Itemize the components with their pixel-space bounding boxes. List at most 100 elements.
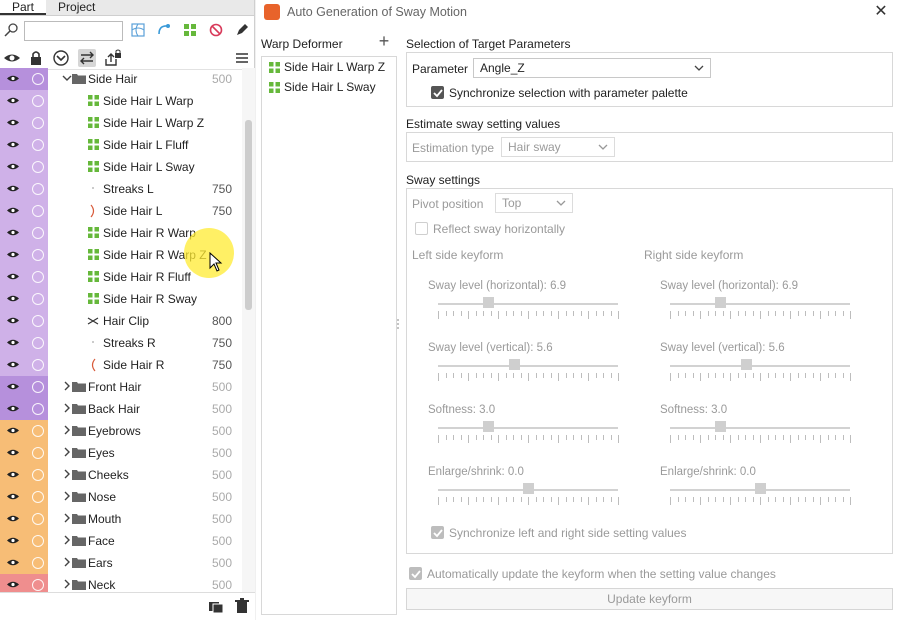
lock-toggle-icon[interactable] (32, 469, 44, 481)
parts-search-input[interactable] (24, 21, 123, 41)
warp-deformer-filter-icon[interactable] (130, 22, 146, 38)
sync-lr-checkbox[interactable] (431, 526, 444, 539)
slider-thumb[interactable] (741, 359, 752, 370)
chevron-right-icon[interactable] (62, 557, 72, 569)
lock-toggle-icon[interactable] (32, 183, 44, 195)
left-keyform-slider[interactable] (438, 296, 619, 322)
lock-toggle-icon[interactable] (32, 381, 44, 393)
eye-icon[interactable] (7, 404, 19, 413)
tree-row[interactable]: Face 500 (0, 530, 242, 552)
eye-icon[interactable] (7, 272, 19, 281)
eye-icon[interactable] (7, 382, 19, 391)
slider-thumb[interactable] (483, 297, 494, 308)
eye-icon[interactable] (7, 250, 19, 259)
lock-toggle-icon[interactable] (32, 447, 44, 459)
visibility-eye-icon[interactable] (3, 49, 21, 67)
tab-project[interactable]: Project (46, 0, 107, 15)
eye-icon[interactable] (7, 316, 19, 325)
tree-row[interactable]: Front Hair 500 (0, 376, 242, 398)
expand-all-icon[interactable] (52, 49, 70, 67)
eye-icon[interactable] (7, 558, 19, 567)
lock-toggle-icon[interactable] (32, 95, 44, 107)
auto-update-checkbox[interactable] (409, 567, 422, 580)
pen-icon[interactable] (234, 22, 250, 38)
new-folder-icon[interactable] (208, 598, 224, 614)
lock-icon[interactable] (27, 49, 45, 67)
eye-icon[interactable] (7, 140, 19, 149)
chevron-right-icon[interactable] (62, 579, 72, 591)
tree-row[interactable]: Side Hair L Fluff (0, 134, 242, 156)
eye-icon[interactable] (7, 96, 19, 105)
reflect-sway-checkbox[interactable] (415, 222, 428, 235)
list-item[interactable]: Side Hair L Sway (262, 77, 396, 97)
tree-row[interactable]: Streaks L 750 (0, 178, 242, 200)
close-icon[interactable]: ✕ (872, 3, 890, 21)
clear-filter-icon[interactable] (208, 22, 224, 38)
chevron-right-icon[interactable] (62, 425, 72, 437)
lock-toggle-icon[interactable] (32, 579, 44, 591)
trash-icon[interactable] (234, 598, 250, 614)
menu-icon[interactable] (233, 49, 251, 67)
lock-toggle-icon[interactable] (32, 161, 44, 173)
chevron-right-icon[interactable] (62, 403, 72, 415)
eye-icon[interactable] (7, 184, 19, 193)
eye-icon[interactable] (7, 492, 19, 501)
right-keyform-slider[interactable] (670, 358, 851, 384)
lock-toggle-icon[interactable] (32, 73, 44, 85)
tree-row[interactable]: Side Hair R 750 (0, 354, 242, 376)
lock-toggle-icon[interactable] (32, 227, 44, 239)
chevron-right-icon[interactable] (62, 535, 72, 547)
eye-icon[interactable] (7, 360, 19, 369)
eye-icon[interactable] (7, 228, 19, 237)
right-keyform-slider[interactable] (670, 296, 851, 322)
estimation-type-select[interactable]: Hair sway (501, 137, 615, 157)
tree-row[interactable]: Ears 500 (0, 552, 242, 574)
list-item[interactable]: Side Hair L Warp Z (262, 57, 396, 77)
chevron-right-icon[interactable] (62, 381, 72, 393)
tree-row[interactable]: Streaks R 750 (0, 332, 242, 354)
tree-row[interactable]: Mouth 500 (0, 508, 242, 530)
splitter-handle-icon[interactable] (396, 318, 400, 330)
lock-toggle-icon[interactable] (32, 359, 44, 371)
rotation-deformer-filter-icon[interactable] (156, 22, 172, 38)
eye-icon[interactable] (7, 74, 19, 83)
left-keyform-slider[interactable] (438, 358, 619, 384)
eye-icon[interactable] (7, 514, 19, 523)
eye-icon[interactable] (7, 294, 19, 303)
chevron-right-icon[interactable] (62, 491, 72, 503)
tree-row[interactable]: Side Hair 500 (0, 68, 242, 90)
slider-thumb[interactable] (715, 421, 726, 432)
lock-toggle-icon[interactable] (32, 557, 44, 569)
eye-icon[interactable] (7, 118, 19, 127)
update-keyform-button[interactable]: Update keyform (406, 588, 893, 610)
lock-toggle-icon[interactable] (32, 205, 44, 217)
tree-row[interactable]: Side Hair L Warp Z (0, 112, 242, 134)
slider-thumb[interactable] (509, 359, 520, 370)
tree-row[interactable]: Eyes 500 (0, 442, 242, 464)
eye-icon[interactable] (7, 162, 19, 171)
right-keyform-slider[interactable] (670, 482, 851, 508)
add-deformer-icon[interactable]: + (376, 32, 392, 50)
eye-icon[interactable] (7, 580, 19, 589)
tree-row[interactable]: Side Hair L Warp (0, 90, 242, 112)
lock-toggle-icon[interactable] (32, 271, 44, 283)
lock-toggle-icon[interactable] (32, 337, 44, 349)
slider-thumb[interactable] (715, 297, 726, 308)
tree-row[interactable]: Hair Clip 800 (0, 310, 242, 332)
chevron-right-icon[interactable] (62, 513, 72, 525)
search-filter-icon[interactable] (3, 22, 19, 38)
lock-toggle-icon[interactable] (32, 139, 44, 151)
lock-toggle-icon[interactable] (32, 535, 44, 547)
tree-row[interactable]: Side Hair L Sway (0, 156, 242, 178)
export-lock-icon[interactable] (104, 49, 122, 67)
lock-toggle-icon[interactable] (32, 249, 44, 261)
parts-scrollbar[interactable] (242, 68, 255, 594)
parameter-select[interactable]: Angle_Z (473, 58, 711, 78)
eye-icon[interactable] (7, 338, 19, 347)
slider-thumb[interactable] (755, 483, 766, 494)
lock-toggle-icon[interactable] (32, 117, 44, 129)
eye-icon[interactable] (7, 426, 19, 435)
chevron-right-icon[interactable] (62, 469, 72, 481)
slider-thumb[interactable] (523, 483, 534, 494)
parts-scrollbar-thumb[interactable] (245, 120, 252, 310)
